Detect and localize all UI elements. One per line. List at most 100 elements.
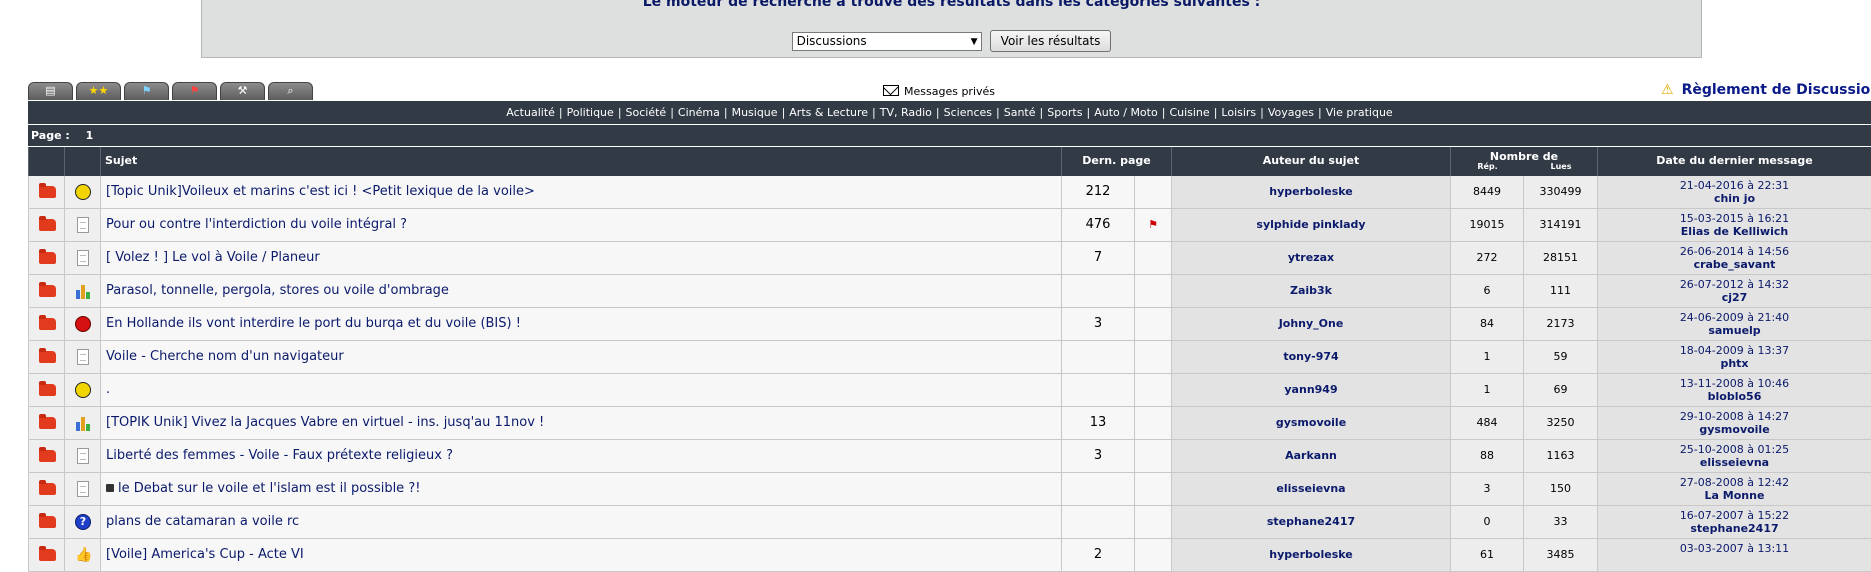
topic-folder-cell[interactable]	[28, 440, 64, 473]
last-message-cell[interactable]: 13-11-2008 à 10:46 bloblo56	[1597, 374, 1871, 407]
last-message-cell[interactable]: 26-06-2014 à 14:56 crabe_savant	[1597, 242, 1871, 275]
header-last-page: Dern. page	[1061, 147, 1171, 176]
topic-author[interactable]: tony-974	[1171, 341, 1450, 374]
topic-author[interactable]: stephane2417	[1171, 506, 1450, 539]
topic-author[interactable]: ytrezax	[1171, 242, 1450, 275]
rules-link[interactable]: ⚠ Règlement de Discussions	[1661, 82, 1871, 98]
topic-subject-link[interactable]: En Hollande ils vont interdire le port d…	[106, 316, 521, 331]
last-message-cell[interactable]: 21-04-2016 à 22:31 chin jo	[1597, 176, 1871, 209]
last-page-link[interactable]: 212	[1061, 176, 1134, 209]
topic-subject-link[interactable]: Pour ou contre l'interdiction du voile i…	[106, 217, 407, 232]
tab-new-topic[interactable]: ▤	[28, 82, 73, 100]
topic-author[interactable]: hyperboleske	[1171, 176, 1450, 209]
last-message-cell[interactable]: 24-06-2009 à 21:40 samuelp	[1597, 308, 1871, 341]
topic-author[interactable]: gysmovoile	[1171, 407, 1450, 440]
category-link[interactable]: Actualité	[506, 106, 555, 119]
topic-subject-link[interactable]: [ Volez ! ] Le vol à Voile / Planeur	[106, 250, 320, 265]
topic-folder-cell[interactable]	[28, 176, 64, 209]
tab-search[interactable]: ⌕	[268, 82, 313, 100]
category-select[interactable]: Discussions ▼	[791, 31, 982, 51]
topic-type-cell	[64, 275, 100, 308]
topic-folder-cell[interactable]	[28, 407, 64, 440]
category-link[interactable]: Sports	[1047, 106, 1082, 119]
private-messages-link[interactable]: Messages privés	[883, 85, 995, 98]
topic-author[interactable]: Johny_One	[1171, 308, 1450, 341]
table-row: [Topic Unik]Voileux et marins c'est ici …	[28, 176, 1871, 209]
topic-folder-cell[interactable]	[28, 506, 64, 539]
topic-folder-cell[interactable]	[28, 308, 64, 341]
thumb-icon: 👍	[75, 547, 93, 563]
last-page-link[interactable]	[1061, 275, 1134, 308]
topic-subject-cell: .	[100, 374, 1061, 407]
last-message-cell[interactable]: 16-07-2007 à 15:22 stephane2417	[1597, 506, 1871, 539]
topic-folder-cell[interactable]	[28, 473, 64, 506]
topic-subject-cell: [Topic Unik]Voileux et marins c'est ici …	[100, 176, 1061, 209]
category-link[interactable]: Cuisine	[1169, 106, 1209, 119]
topic-folder-cell[interactable]	[28, 275, 64, 308]
last-message-cell[interactable]: 03-03-2007 à 13:11	[1597, 539, 1871, 572]
page-link-current[interactable]: 1	[86, 129, 94, 142]
last-message-cell[interactable]: 27-08-2008 à 12:42 La Monne	[1597, 473, 1871, 506]
category-link[interactable]: TV, Radio	[880, 106, 932, 119]
category-link[interactable]: Société	[626, 106, 667, 119]
last-page-link[interactable]: 476	[1061, 209, 1134, 242]
topic-author[interactable]: yann949	[1171, 374, 1450, 407]
last-message-cell[interactable]: 29-10-2008 à 14:27 gysmovoile	[1597, 407, 1871, 440]
topic-subject-link[interactable]: [Voile] America's Cup - Acte VI	[106, 547, 304, 562]
topic-folder-cell[interactable]	[28, 209, 64, 242]
last-page-link[interactable]	[1061, 341, 1134, 374]
topic-subject-link[interactable]: [TOPIK Unik] Vivez la Jacques Vabre en v…	[106, 415, 544, 430]
category-link[interactable]: Voyages	[1268, 106, 1314, 119]
topic-author[interactable]: sylphide pinklady	[1171, 209, 1450, 242]
tab-drapeaux[interactable]: ⚒	[220, 82, 265, 100]
category-link[interactable]: Santé	[1004, 106, 1036, 119]
topic-subject-link[interactable]: Parasol, tonnelle, pergola, stores ou vo…	[106, 283, 449, 298]
category-link[interactable]: Arts & Lecture	[789, 106, 868, 119]
last-page-link[interactable]	[1061, 473, 1134, 506]
topic-subject-link[interactable]: Voile - Cherche nom d'un navigateur	[106, 349, 344, 364]
category-link[interactable]: Musique	[732, 106, 778, 119]
last-message-cell[interactable]: 26-07-2012 à 14:32 cj27	[1597, 275, 1871, 308]
tab-favorites[interactable]: ★★	[76, 82, 121, 100]
last-page-link[interactable]: 2	[1061, 539, 1134, 572]
category-link[interactable]: Cinéma	[678, 106, 720, 119]
last-page-link[interactable]: 7	[1061, 242, 1134, 275]
tab-read[interactable]: ⚑	[172, 82, 217, 100]
tab-participated[interactable]: ⚑	[124, 82, 169, 100]
category-link[interactable]: Vie pratique	[1326, 106, 1393, 119]
last-page-link[interactable]	[1061, 506, 1134, 539]
category-link[interactable]: Sciences	[944, 106, 992, 119]
topic-subject-cell: Pour ou contre l'interdiction du voile i…	[100, 209, 1061, 242]
topic-subject-link[interactable]: plans de catamaran a voile rc	[106, 514, 299, 529]
topic-subject-link[interactable]: le Debat sur le voile et l'islam est il …	[118, 481, 420, 496]
topic-folder-cell[interactable]	[28, 341, 64, 374]
topic-subject-link[interactable]: [Topic Unik]Voileux et marins c'est ici …	[106, 184, 535, 199]
last-message-cell[interactable]: 15-03-2015 à 16:21 Elias de Kelliwich	[1597, 209, 1871, 242]
category-link[interactable]: Auto / Moto	[1094, 106, 1158, 119]
topic-folder-cell[interactable]	[28, 242, 64, 275]
red-flag-icon[interactable]: ⚑	[1148, 209, 1158, 241]
last-page-link[interactable]: 13	[1061, 407, 1134, 440]
last-message-cell[interactable]: 18-04-2009 à 13:37 phtx	[1597, 341, 1871, 374]
flag-cell	[1134, 539, 1171, 572]
topic-folder-cell[interactable]	[28, 539, 64, 572]
last-page-link[interactable]: 3	[1061, 308, 1134, 341]
folder-icon	[39, 249, 56, 264]
topic-subject-link[interactable]: .	[106, 382, 110, 397]
last-message-cell[interactable]: 25-10-2008 à 01:25 elisseievna	[1597, 440, 1871, 473]
category-link[interactable]: Politique	[567, 106, 614, 119]
warning-icon: ⚠	[1661, 82, 1674, 98]
topic-author[interactable]: Aarkann	[1171, 440, 1450, 473]
last-page-link[interactable]	[1061, 374, 1134, 407]
category-link[interactable]: Loisirs	[1221, 106, 1256, 119]
topic-author[interactable]: elisseievna	[1171, 473, 1450, 506]
topic-folder-cell[interactable]	[28, 374, 64, 407]
view-results-button[interactable]: Voir les résultats	[989, 30, 1112, 52]
topic-author[interactable]: hyperboleske	[1171, 539, 1450, 572]
topic-type-cell	[64, 473, 100, 506]
last-page-link[interactable]: 3	[1061, 440, 1134, 473]
topic-subject-link[interactable]: Liberté des femmes - Voile - Faux prétex…	[106, 448, 453, 463]
read-count: 3485	[1523, 539, 1597, 572]
topic-author[interactable]: Zaib3k	[1171, 275, 1450, 308]
flag-cell	[1134, 506, 1171, 539]
